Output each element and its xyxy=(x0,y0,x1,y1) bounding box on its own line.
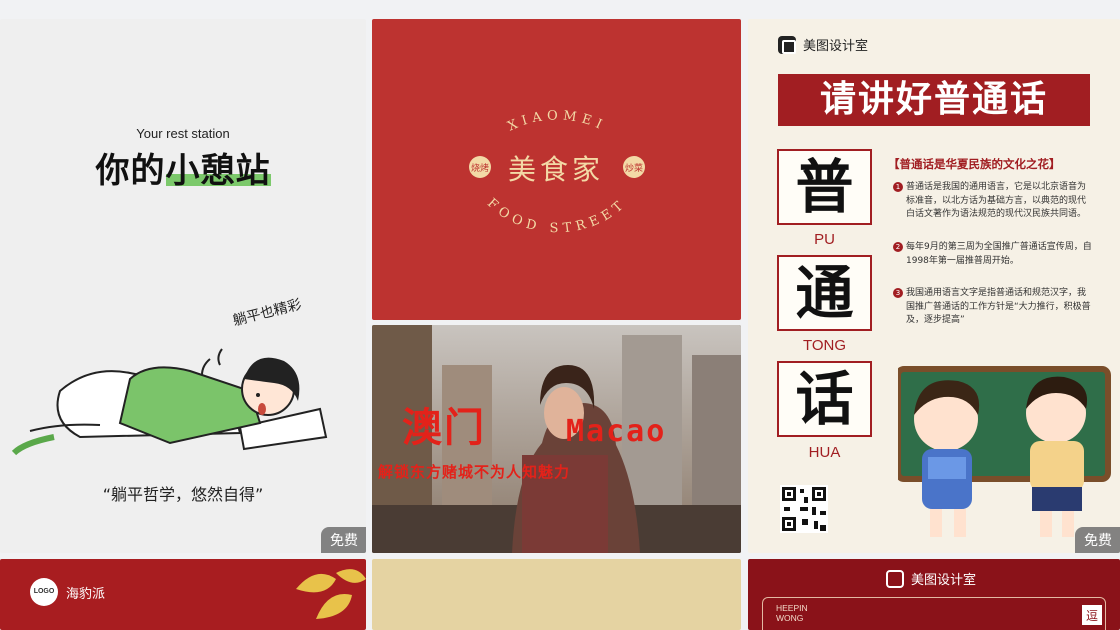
logo-badge: LOGO xyxy=(30,578,58,606)
side-char: 逗 xyxy=(1082,605,1102,625)
ginkgo-leaf-decoration xyxy=(296,569,366,619)
macao-subtitle: 解锁东方赌城不为人知魅力 xyxy=(378,463,571,481)
arc-bottom-text: FOOD STREET xyxy=(484,196,630,236)
children-illustration xyxy=(898,366,1111,537)
point-3: 3 我国通用语言文字是指普通话和规范汉字，我国推广普通话的工作方针是“大力推行，积… xyxy=(893,287,1093,328)
pinyin-3: HUA xyxy=(808,444,841,461)
poster-banner: 请讲好普通话 xyxy=(778,74,1090,126)
arc-top-text: XIAOMEI xyxy=(506,109,609,135)
free-badge: 免费 xyxy=(321,527,366,553)
qr-code xyxy=(780,485,828,533)
template-card-food-street[interactable]: XIAOMEI FOOD STREET 美食家 烧烤 炒菜 xyxy=(372,19,741,320)
food-title: 美食家 xyxy=(508,153,604,186)
macao-title: 澳门 Macao xyxy=(402,405,667,451)
template-card-rest-station[interactable]: Your rest station 你的小憩站 躺平也精彩 “躺平哲学，悠然自得… xyxy=(0,19,366,553)
pinyin-2: TONG xyxy=(802,337,847,354)
big-char-3: 话 xyxy=(777,361,872,437)
template-gallery: Your rest station 你的小憩站 躺平也精彩 “躺平哲学，悠然自得… xyxy=(0,0,1120,630)
template-card-putonghua[interactable]: 美图设计室 请讲好普通话 普 PU 通 TONG 话 HUA 【普通话是华夏民族… xyxy=(748,19,1120,553)
point-1: 1 普通话是我国的通用语言，它是以北京语音为标准音，以北方话为基础方言，以典范的现… xyxy=(893,181,1093,222)
big-char-1: 普 xyxy=(777,149,872,225)
right-seal-text: 炒菜 xyxy=(625,162,643,174)
template-card-kraft[interactable] xyxy=(372,559,741,630)
lying-person-illustration xyxy=(11,348,328,456)
card-title: 你的小憩站 xyxy=(95,151,271,191)
point-2: 2 每年9月的第三周为全国推广普通话宣传周，自1998年第一届推普周开始。 xyxy=(893,241,1093,268)
free-badge: 免费 xyxy=(1075,527,1120,553)
food-street-emblem: XIAOMEI FOOD STREET 美食家 烧烤 炒菜 xyxy=(469,109,645,236)
card-subtitle: Your rest station xyxy=(136,126,230,141)
brand: 美图设计室 xyxy=(778,35,868,54)
template-card-macao[interactable]: 澳门 Macao 解锁东方赌城不为人知魅力 xyxy=(372,325,741,553)
template-card-red-poster[interactable]: 美图设计室 HEEPIN WONG 逗 xyxy=(748,559,1120,630)
template-card-haibao[interactable]: LOGO 海豹派 xyxy=(0,559,366,630)
brand-name: 海豹派 xyxy=(66,587,106,602)
left-seal-text: 烧烤 xyxy=(471,162,489,174)
card-quote: “躺平哲学，悠然自得” xyxy=(102,485,264,504)
poster-subtitle: 【普通话是华夏民族的文化之花】 xyxy=(888,157,1061,171)
poster-heading: HEEPIN WONG xyxy=(776,603,808,623)
brand: 美图设计室 xyxy=(886,569,976,588)
brand-logo-icon xyxy=(886,569,904,588)
pinyin-1: PU xyxy=(814,231,835,248)
brand-logo-icon xyxy=(778,35,796,54)
big-char-2: 通 xyxy=(777,255,872,331)
